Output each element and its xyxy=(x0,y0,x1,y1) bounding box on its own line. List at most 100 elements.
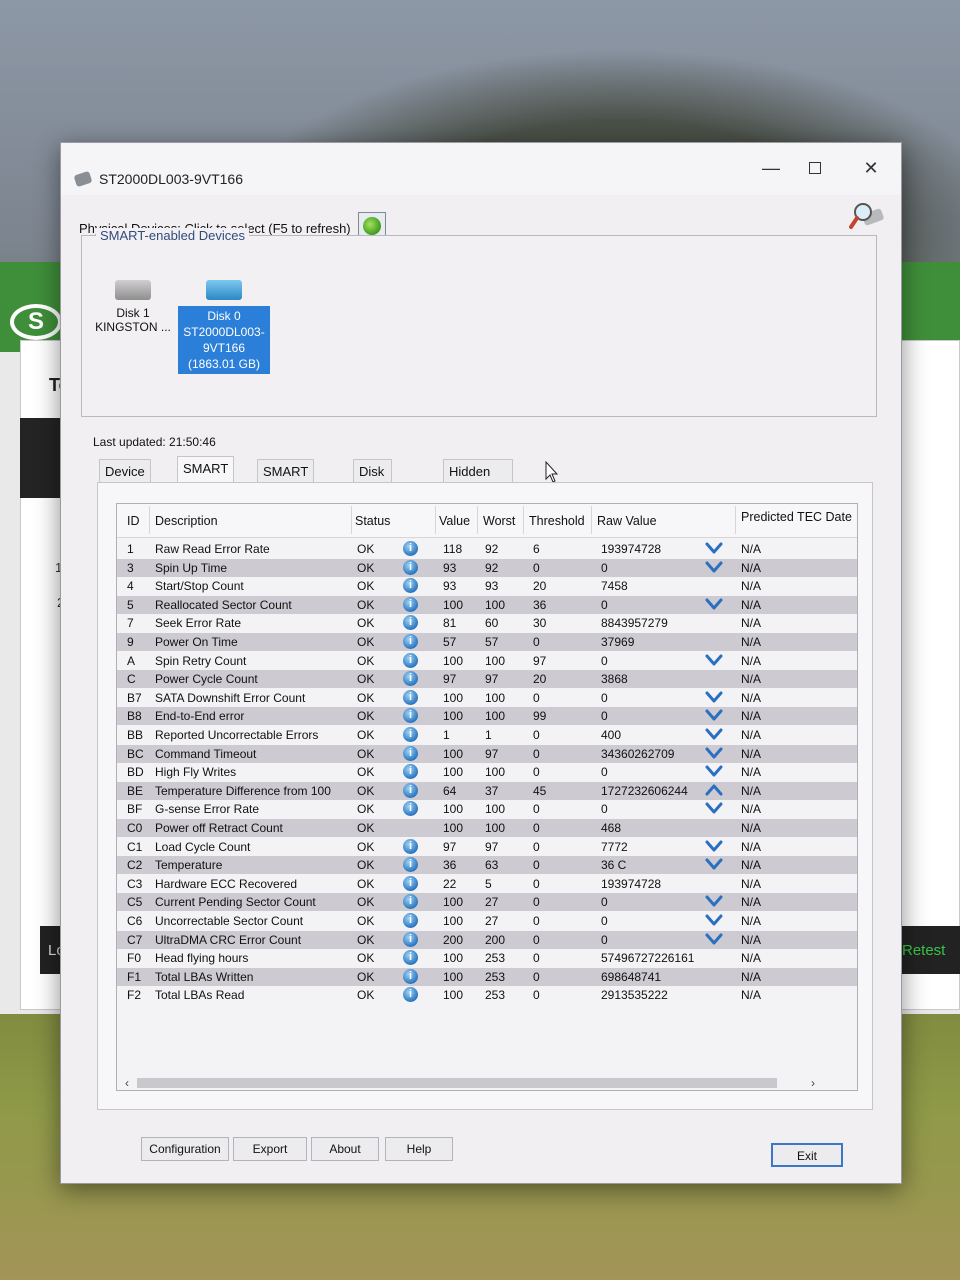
help-button[interactable]: Help xyxy=(385,1137,453,1161)
table-row[interactable]: 3 Spin Up Time OK 93 92 0 0 N/A i xyxy=(117,558,857,577)
info-icon[interactable]: i xyxy=(403,745,418,761)
info-icon[interactable]: i xyxy=(403,559,418,575)
cell-predicted-tec-date: N/A xyxy=(741,728,762,742)
info-icon[interactable]: i xyxy=(403,764,418,780)
horizontal-scrollbar[interactable]: ‹ › xyxy=(121,1076,821,1090)
device-disk-0[interactable]: Disk 0 ST2000DL003- 9VT166 (1863.01 GB) xyxy=(178,280,270,374)
info-icon[interactable]: i xyxy=(403,857,418,873)
table-row[interactable]: C Power Cycle Count OK 97 97 20 3868 N/A i xyxy=(117,670,857,689)
table-row[interactable]: C6 Uncorrectable Sector Count OK 100 27 0 0 N/A… xyxy=(117,912,857,930)
scroll-right-icon[interactable]: › xyxy=(811,1076,815,1090)
cell-id: F1 xyxy=(127,969,142,984)
table-row[interactable]: C2 Temperature OK 36 63 0 36 C N/A i xyxy=(117,856,857,875)
table-row[interactable]: C3 Hardware ECC Recovered OK 22 5 0 193974728 N… xyxy=(117,875,857,893)
table-row[interactable]: C0 Power off Retract Count OK 100 100 0 468 N/A xyxy=(117,819,857,837)
cell-status: OK xyxy=(357,858,375,873)
info-icon[interactable]: i xyxy=(403,541,418,556)
table-row[interactable]: C5 Current Pending Sector Count OK 100 27 0 0 N… xyxy=(117,893,857,912)
column-divider xyxy=(735,506,736,534)
export-button[interactable]: Export xyxy=(233,1137,307,1161)
table-row[interactable]: BB Reported Uncorrectable Errors OK 1 1 0 400 N… xyxy=(117,726,857,744)
table-row[interactable]: B8 End-to-End error OK 100 100 99 0 N/A i xyxy=(117,707,857,726)
retest-button[interactable]: Retest xyxy=(902,942,945,959)
info-icon[interactable]: i xyxy=(403,987,418,1003)
info-icon[interactable]: i xyxy=(403,615,418,631)
info-icon[interactable]: i xyxy=(403,727,418,742)
scroll-left-icon[interactable]: ‹ xyxy=(125,1076,129,1090)
cell-description: Power Cycle Count xyxy=(155,672,258,687)
info-icon[interactable]: i xyxy=(403,708,418,724)
column-header-worst[interactable]: Worst xyxy=(483,514,515,528)
drive-search-icon[interactable] xyxy=(849,199,885,233)
column-header-raw-value[interactable]: Raw Value xyxy=(597,514,657,528)
column-header-description[interactable]: Description xyxy=(155,514,218,528)
table-row[interactable]: BF G-sense Error Rate OK 100 100 0 0 N/A i xyxy=(117,800,857,818)
table-row[interactable]: 7 Seek Error Rate OK 81 60 30 8843957279 N/A i xyxy=(117,614,857,632)
info-icon[interactable]: i xyxy=(403,931,418,947)
table-row[interactable]: BC Command Timeout OK 100 97 0 34360262709 N/A i xyxy=(117,744,857,763)
cell-value: 97 xyxy=(443,839,457,854)
cell-raw-value: 0 xyxy=(601,653,608,668)
column-header-id[interactable]: ID xyxy=(127,514,140,528)
tab-device-info[interactable]: Device Info xyxy=(99,459,151,503)
info-icon[interactable]: i xyxy=(403,782,418,798)
info-icon[interactable]: i xyxy=(403,671,418,687)
cell-id: C6 xyxy=(127,914,143,928)
table-row[interactable]: 1 Raw Read Error Rate OK 118 92 6 193974728 N/A… xyxy=(117,540,857,558)
cell-description: Head flying hours xyxy=(155,951,249,966)
info-icon[interactable]: i xyxy=(403,875,418,891)
tab-disk-self-test[interactable]: Disk Self-Test xyxy=(353,459,392,527)
window-title: ST2000DL003-9VT166 xyxy=(99,171,243,187)
tab-smart-info[interactable]: SMART Info xyxy=(177,456,235,500)
column-header-status[interactable]: Status xyxy=(355,514,390,528)
device-model-line1: ST2000DL003- xyxy=(183,325,265,339)
scrollbar-thumb[interactable] xyxy=(137,1078,777,1088)
info-icon[interactable]: i xyxy=(403,913,418,928)
cell-id: A xyxy=(127,653,136,668)
info-icon[interactable]: i xyxy=(403,838,418,854)
cell-predicted-tec-date: N/A xyxy=(741,988,762,1003)
minimize-button[interactable]: — xyxy=(751,153,791,183)
info-icon[interactable]: i xyxy=(403,596,418,612)
table-row[interactable]: B7 SATA Downshift Error Count OK 100 100 0 0 N/… xyxy=(117,689,857,707)
table-row[interactable]: F0 Head flying hours OK 100 253 0 574967272261… xyxy=(117,949,857,967)
column-header-value[interactable]: Value xyxy=(439,514,470,528)
hard-drive-icon xyxy=(206,280,242,300)
close-button[interactable]: ✕ xyxy=(851,153,891,183)
table-row[interactable]: BE Temperature Difference from 100 OK 64 37 4… xyxy=(117,781,857,800)
info-icon[interactable]: i xyxy=(403,652,418,668)
cell-threshold: 0 xyxy=(533,914,540,928)
table-row[interactable]: A Spin Retry Count OK 100 100 97 0 N/A i xyxy=(117,652,857,670)
device-disk-1[interactable]: Disk 1 KINGSTON ... xyxy=(90,280,176,334)
table-row[interactable]: F1 Total LBAs Written OK 100 253 0 698648741 N/… xyxy=(117,967,857,986)
cell-value: 100 xyxy=(443,969,464,984)
cell-worst: 5 xyxy=(485,876,492,891)
tab-smart-history[interactable]: SMART History xyxy=(257,459,315,503)
info-icon[interactable]: i xyxy=(403,689,418,705)
info-icon[interactable]: i xyxy=(403,968,418,984)
info-icon[interactable]: i xyxy=(403,950,418,966)
table-row[interactable]: 4 Start/Stop Count OK 93 93 20 7458 N/A i xyxy=(117,577,857,595)
info-icon[interactable]: i xyxy=(403,894,418,910)
table-row[interactable]: BD High Fly Writes OK 100 100 0 0 N/A i xyxy=(117,763,857,781)
info-icon[interactable]: i xyxy=(403,634,418,649)
exit-button[interactable]: Exit xyxy=(771,1143,843,1167)
info-icon[interactable]: i xyxy=(403,801,418,817)
about-button[interactable]: About xyxy=(311,1137,379,1161)
configuration-button[interactable]: Configuration xyxy=(141,1137,229,1161)
info-icon[interactable]: i xyxy=(403,578,418,594)
smart-attributes-table[interactable]: ID Description Status Value Worst Thresh… xyxy=(116,503,858,1091)
table-row[interactable]: F2 Total LBAs Read OK 100 253 0 2913535222 N/A i xyxy=(117,986,857,1004)
tab-hidden-areas[interactable]: Hidden Areas - HPA/DCO xyxy=(443,459,514,527)
cell-value: 100 xyxy=(443,653,464,668)
column-header-predicted-tec-date[interactable]: Predicted TEC Date xyxy=(741,510,852,524)
cell-threshold: 0 xyxy=(533,858,540,873)
cell-value: 93 xyxy=(443,560,457,575)
table-row[interactable]: 9 Power On Time OK 57 57 0 37969 N/A i xyxy=(117,633,857,651)
title-bar[interactable]: ST2000DL003-9VT166 — ✕ xyxy=(61,143,901,195)
column-header-threshold[interactable]: Threshold xyxy=(529,514,585,528)
maximize-button[interactable] xyxy=(795,153,835,183)
table-row[interactable]: 5 Reallocated Sector Count OK 100 100 36 0 N/A i xyxy=(117,595,857,614)
table-row[interactable]: C7 UltraDMA CRC Error Count OK 200 200 0 0 N/A i xyxy=(117,930,857,949)
table-row[interactable]: C1 Load Cycle Count OK 97 97 0 7772 N/A i xyxy=(117,838,857,856)
